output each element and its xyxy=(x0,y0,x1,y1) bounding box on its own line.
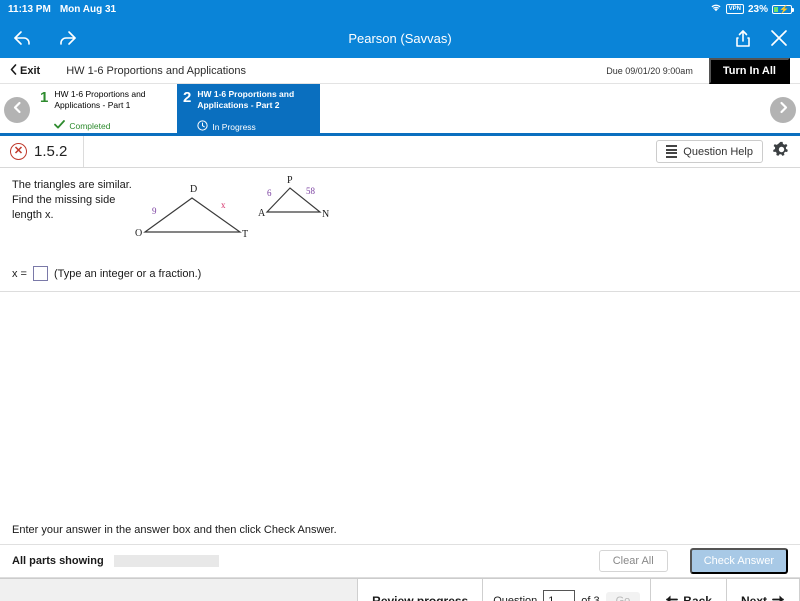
status-bar-left: 11:13 PM Mon Aug 31 xyxy=(8,4,116,15)
review-progress-button[interactable]: Review progress xyxy=(357,579,484,601)
question-word-label: Question xyxy=(493,594,538,601)
nav-history-controls xyxy=(12,28,78,48)
question-jump-group: Question of 3 Go xyxy=(483,579,652,601)
svg-text:58: 58 xyxy=(306,186,316,196)
parts-progress-bar: All parts showing Clear All Check Answer xyxy=(0,545,800,578)
vpn-badge: VPN xyxy=(725,4,744,14)
svg-text:N: N xyxy=(322,209,329,220)
answer-instruction: Enter your answer in the answer box and … xyxy=(0,516,800,545)
answer-input[interactable] xyxy=(32,266,48,281)
gear-icon[interactable] xyxy=(773,141,790,163)
exit-button[interactable]: Exit xyxy=(10,63,41,78)
chevron-left-icon xyxy=(12,101,23,119)
due-date-label: Due 09/01/20 9:00am xyxy=(606,65,693,76)
ios-status-bar: 11:13 PM Mon Aug 31 VPN 23% ⚡ xyxy=(0,0,800,18)
assignment-tabs: 1 HW 1-6 Proportions and Applications - … xyxy=(34,84,320,133)
tab-title: HW 1-6 Proportions and Applications - Pa… xyxy=(54,89,146,110)
tab-number: 1 xyxy=(40,89,49,106)
arrow-right-icon xyxy=(772,594,785,601)
clear-all-button[interactable]: Clear All xyxy=(598,550,668,572)
assignment-tab-part-2[interactable]: 2 HW 1-6 Proportions and Applications - … xyxy=(177,84,320,133)
answer-row: x = (Type an integer or a fraction.) xyxy=(0,260,800,292)
svg-text:9: 9 xyxy=(152,206,157,216)
triangle-apn: A P N 6 58 xyxy=(258,175,329,220)
back-label: Back xyxy=(683,593,712,601)
tab-status-label: In Progress xyxy=(212,121,256,132)
list-icon xyxy=(666,145,678,158)
go-button[interactable]: Go xyxy=(605,591,641,601)
assignment-title: HW 1-6 Proportions and Applications xyxy=(66,64,246,77)
tabstrip-next-button[interactable] xyxy=(770,97,796,123)
svg-text:A: A xyxy=(258,208,266,219)
answer-hint: (Type an integer or a fraction.) xyxy=(53,267,202,280)
question-help-label: Question Help xyxy=(683,145,753,158)
close-icon[interactable] xyxy=(770,29,788,47)
battery-charging-icon: ⚡ xyxy=(772,4,794,14)
parts-progress-track xyxy=(113,555,219,567)
pearson-savvas-app: 11:13 PM Mon Aug 31 VPN 23% ⚡ Pearson (S… xyxy=(0,0,800,601)
app-nav-bar: Pearson (Savvas) xyxy=(0,18,800,58)
question-help-button[interactable]: Question Help xyxy=(656,140,763,163)
exit-bar: Exit HW 1-6 Proportions and Applications… xyxy=(0,57,800,84)
tabstrip-prev-button[interactable] xyxy=(4,97,30,123)
question-number-input[interactable] xyxy=(543,589,576,601)
arrow-left-icon xyxy=(665,594,679,601)
question-number: 1.5.2 xyxy=(34,143,68,160)
chevron-right-icon xyxy=(778,101,789,119)
status-bar-date: Mon Aug 31 xyxy=(59,3,117,15)
triangle-odt: O D T 9 x xyxy=(135,184,248,240)
tab-body: HW 1-6 Proportions and Applications - Pa… xyxy=(54,89,169,131)
chevron-left-icon xyxy=(10,63,17,78)
back-button[interactable]: Back xyxy=(651,579,727,601)
similar-triangles-figure: O D T 9 x A P N 6 58 xyxy=(130,170,350,247)
parts-showing-label: All parts showing xyxy=(12,555,104,567)
exit-label: Exit xyxy=(20,64,41,77)
question-total-label: of 3 xyxy=(581,594,600,601)
incorrect-x-icon: ✕ xyxy=(10,143,27,160)
question-body: The triangles are similar. Find the miss… xyxy=(0,168,800,260)
tab-status: In Progress xyxy=(197,120,312,133)
question-header: ✕ 1.5.2 Question Help xyxy=(0,136,800,168)
status-bar-time: 11:13 PM xyxy=(8,3,51,15)
check-icon xyxy=(54,120,66,131)
svg-text:x: x xyxy=(221,200,226,210)
nav-actions xyxy=(734,29,788,48)
tab-status-label: Completed xyxy=(69,120,111,131)
tab-title: HW 1-6 Proportions and Applications - Pa… xyxy=(197,89,295,110)
app-title: Pearson (Savvas) xyxy=(348,30,452,46)
tab-number: 2 xyxy=(183,89,192,106)
forward-arrow-icon[interactable] xyxy=(56,28,78,48)
back-arrow-icon[interactable] xyxy=(12,28,34,48)
battery-percent-label: 23% xyxy=(747,3,768,15)
svg-text:T: T xyxy=(242,229,248,240)
question-workspace xyxy=(0,292,800,516)
svg-text:D: D xyxy=(190,184,197,195)
wifi-icon xyxy=(710,3,722,15)
answer-prefix-label: x = xyxy=(12,267,27,280)
next-label: Next xyxy=(740,593,767,601)
bottom-navigation-bar: Review progress Question of 3 Go Back Ne… xyxy=(0,578,800,601)
svg-text:P: P xyxy=(287,175,293,186)
check-answer-button[interactable]: Check Answer xyxy=(689,548,788,574)
tab-body: HW 1-6 Proportions and Applications - Pa… xyxy=(197,89,312,132)
assignment-tab-part-1[interactable]: 1 HW 1-6 Proportions and Applications - … xyxy=(34,84,177,133)
assignment-tab-strip: 1 HW 1-6 Proportions and Applications - … xyxy=(0,84,800,136)
question-prompt: The triangles are similar. Find the miss… xyxy=(12,179,132,221)
next-button[interactable]: Next xyxy=(726,579,800,601)
clock-icon xyxy=(197,120,208,133)
question-header-actions: Question Help xyxy=(656,140,790,163)
turn-in-all-button[interactable]: Turn In All xyxy=(708,57,790,84)
share-icon[interactable] xyxy=(734,29,752,48)
svg-text:O: O xyxy=(135,228,142,239)
status-bar-right: VPN 23% ⚡ xyxy=(710,3,794,15)
svg-text:6: 6 xyxy=(267,188,272,198)
question-number-group: ✕ 1.5.2 xyxy=(10,136,85,167)
tab-status: Completed xyxy=(54,120,169,131)
